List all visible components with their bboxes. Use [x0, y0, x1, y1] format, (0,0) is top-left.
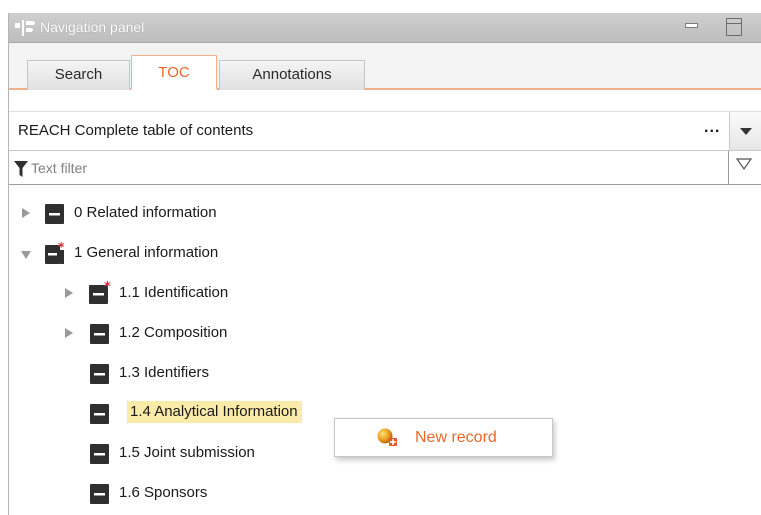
context-menu-item-label: New record	[415, 429, 497, 446]
tree-node-general-information[interactable]: * 1 General information	[9, 239, 309, 269]
collapse-arrow-icon[interactable]	[21, 251, 31, 259]
toc-dropdown-arrow-icon[interactable]	[729, 112, 761, 151]
document-icon	[90, 484, 109, 504]
document-required-icon: *	[89, 281, 111, 304]
toc-selector-value: REACH Complete table of contents	[18, 122, 254, 139]
expand-arrow-icon[interactable]	[65, 328, 73, 338]
tree-node-label: 1.5 Joint submission	[119, 444, 255, 461]
tree-node-composition[interactable]: 1.2 Composition	[9, 319, 329, 349]
tab-annotations[interactable]: Annotations	[219, 60, 365, 90]
tree-node-label: 1.1 Identification	[119, 284, 229, 301]
new-record-icon	[377, 428, 397, 446]
panel-title: Navigation panel	[40, 19, 145, 35]
tab-search[interactable]: Search	[27, 60, 130, 90]
navigation-panel-icon	[15, 20, 35, 36]
tree-node-label: 1.3 Identifiers	[119, 364, 210, 381]
document-icon	[90, 324, 109, 344]
tree-node-identification[interactable]: * 1.1 Identification	[9, 279, 329, 309]
tree-node-related-information[interactable]: 0 Related information	[9, 199, 309, 229]
tree-node-identifiers[interactable]: 1.3 Identifiers	[9, 359, 329, 389]
filter-options-icon[interactable]	[736, 158, 752, 172]
toc-more-button[interactable]: ...	[704, 119, 720, 137]
text-filter-input[interactable]	[31, 155, 721, 180]
tree-node-joint-submission[interactable]: 1.5 Joint submission	[9, 439, 329, 469]
tree-node-analytical-information[interactable]: 1.4 Analytical Information	[9, 399, 369, 429]
document-icon	[45, 204, 64, 224]
text-filter-bar	[9, 150, 761, 185]
document-icon	[90, 404, 109, 424]
toc-selector[interactable]: REACH Complete table of contents ...	[9, 111, 761, 151]
context-menu-item-new-record[interactable]: New record	[335, 419, 552, 456]
panel-titlebar: Navigation panel	[9, 13, 761, 43]
filter-separator	[728, 151, 729, 185]
context-menu: New record	[334, 418, 553, 457]
tree-node-label: 1 General information	[74, 244, 219, 261]
document-icon	[90, 364, 109, 384]
tab-bar: Search TOC Annotations	[9, 43, 761, 90]
tree-node-label: 0 Related information	[74, 204, 217, 221]
tree-node-label-selected: 1.4 Analytical Information	[127, 401, 302, 423]
maximize-button[interactable]	[726, 18, 742, 36]
minimize-button[interactable]	[684, 19, 700, 35]
svg-text:*: *	[58, 242, 65, 254]
expand-arrow-icon[interactable]	[65, 288, 73, 298]
tree-node-sponsors[interactable]: 1.6 Sponsors	[9, 479, 329, 509]
document-required-icon: *	[45, 242, 65, 264]
svg-text:*: *	[104, 281, 111, 295]
tab-toc[interactable]: TOC	[131, 55, 217, 90]
tree-node-label: 1.6 Sponsors	[119, 484, 208, 501]
filter-funnel-icon	[14, 161, 28, 177]
expand-arrow-icon[interactable]	[22, 208, 30, 218]
tree-node-label: 1.2 Composition	[119, 324, 228, 341]
document-icon	[90, 444, 109, 464]
